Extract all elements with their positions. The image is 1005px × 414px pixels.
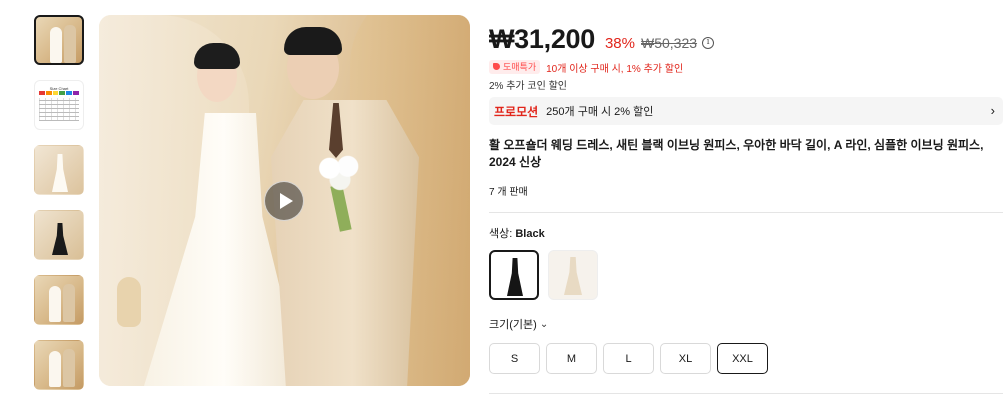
deal-badge-label: 도매특가 bbox=[503, 62, 537, 72]
selected-color-name: Black bbox=[515, 228, 545, 240]
size-option-m[interactable]: M bbox=[546, 343, 597, 374]
tag-icon bbox=[493, 63, 500, 70]
size-option-l[interactable]: L bbox=[603, 343, 654, 374]
thumbnail-3[interactable] bbox=[34, 145, 84, 195]
promotion-bar[interactable]: 프로모션 250개 구매 시 2% 할인 › bbox=[489, 97, 1003, 125]
size-selector-toggle[interactable]: 크기(기본) ⌄ bbox=[489, 316, 1003, 332]
groom-hair bbox=[284, 27, 342, 55]
color-swatch-ivory[interactable] bbox=[548, 250, 598, 300]
thumbnail-4[interactable] bbox=[34, 210, 84, 260]
sale-price: ₩31,200 bbox=[489, 24, 595, 54]
promotion-text: 250개 구매 시 2% 할인 bbox=[546, 106, 654, 118]
discount-percent: 38% bbox=[604, 35, 635, 52]
bottom-divider bbox=[489, 393, 1003, 394]
size-chart-table bbox=[39, 98, 79, 121]
original-price: ₩50,323 bbox=[641, 35, 698, 51]
thumbnail-6[interactable] bbox=[34, 340, 84, 390]
thumbnail-1[interactable] bbox=[34, 15, 84, 65]
thumbnail-list: Size Chart bbox=[34, 15, 86, 405]
product-title: 활 오프숄더 웨딩 드레스, 새틴 블랙 이브닝 원피스, 우아한 바닥 길이,… bbox=[489, 138, 984, 169]
color-label-prefix: 색상: bbox=[489, 228, 516, 240]
color-swatches bbox=[489, 250, 1003, 300]
vase bbox=[117, 277, 141, 327]
price-row: ₩31,200 38% ₩50,323 bbox=[489, 24, 1003, 58]
main-product-image[interactable] bbox=[99, 15, 470, 386]
size-label: 크기(기본) bbox=[489, 319, 537, 331]
color-label: 색상: Black bbox=[489, 225, 1003, 241]
thumbnail-size-chart[interactable]: Size Chart bbox=[34, 80, 84, 130]
size-options: S M L XL XXL bbox=[489, 343, 1003, 374]
sold-count: 7 개 판매 bbox=[489, 187, 528, 198]
bride-hair bbox=[194, 43, 240, 69]
deal-badge: 도매특가 bbox=[489, 60, 541, 74]
deal-text: 10개 이상 구매 시, 1% 추가 할인 bbox=[546, 63, 684, 75]
play-icon[interactable] bbox=[264, 181, 304, 221]
divider bbox=[489, 212, 1003, 213]
size-chart-swatches bbox=[39, 91, 79, 95]
product-info: ₩31,200 38% ₩50,323 도매특가 10개 이상 구매 시, 1%… bbox=[489, 24, 1003, 374]
chevron-down-icon: ⌄ bbox=[539, 318, 549, 330]
info-icon[interactable] bbox=[702, 37, 715, 49]
size-option-s[interactable]: S bbox=[489, 343, 540, 374]
bulk-deal-row: 도매특가 10개 이상 구매 시, 1% 추가 할인 bbox=[489, 59, 1003, 75]
bouquet bbox=[314, 153, 366, 191]
size-option-xl[interactable]: XL bbox=[660, 343, 711, 374]
chevron-right-icon: › bbox=[990, 103, 995, 118]
size-option-xxl[interactable]: XXL bbox=[717, 343, 768, 374]
promotion-label: 프로모션 bbox=[494, 104, 539, 119]
thumbnail-5[interactable] bbox=[34, 275, 84, 325]
color-swatch-black[interactable] bbox=[489, 250, 539, 300]
groom-suit bbox=[271, 100, 419, 386]
coin-discount-text: 2% 추가 코인 할인 bbox=[489, 81, 567, 92]
